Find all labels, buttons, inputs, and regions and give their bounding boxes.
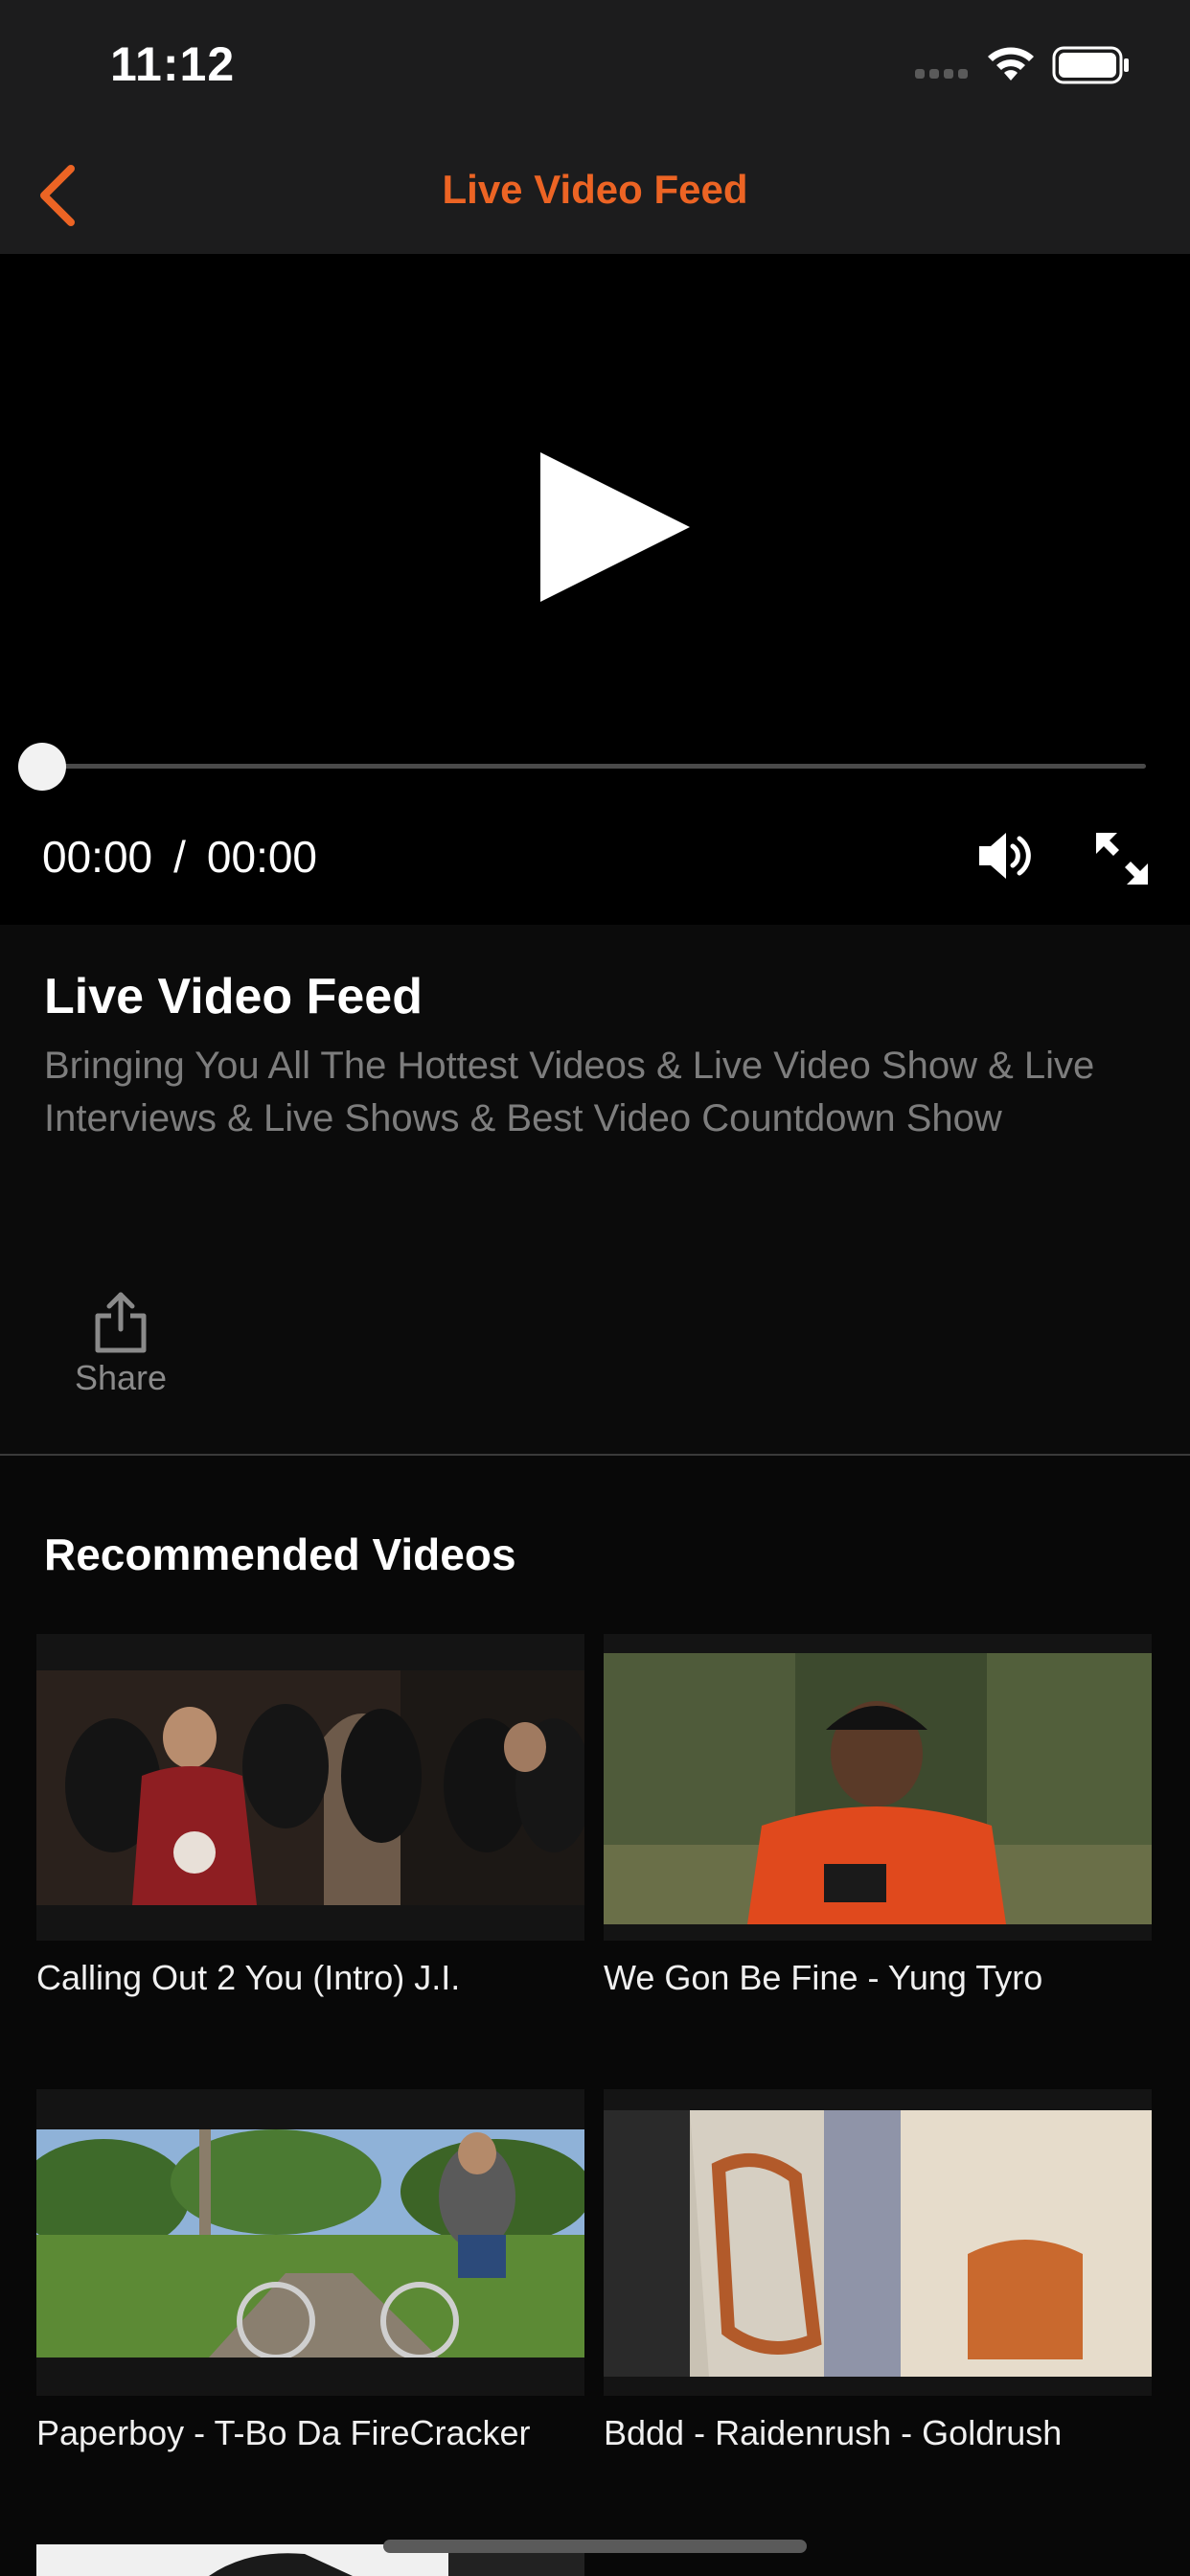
section-divider: [0, 1454, 1190, 1456]
recommended-heading: Recommended Videos: [44, 1530, 516, 1579]
video-info: Live Video Feed Bringing You All The Hot…: [0, 925, 1190, 1455]
signal-dots-icon: [915, 69, 968, 79]
nav-title: Live Video Feed: [442, 167, 748, 212]
thumbnail-image: [604, 2110, 1152, 2377]
time-separator: /: [173, 832, 186, 882]
status-bar: 11:12: [0, 0, 1190, 134]
wifi-icon: [988, 47, 1034, 80]
video-title: Live Video Feed: [44, 969, 423, 1024]
video-thumbnail[interactable]: [36, 1634, 584, 1941]
video-card[interactable]: Bddd - Raidenrush - Goldrush: [604, 2089, 1152, 2453]
play-icon[interactable]: [537, 450, 690, 604]
video-player[interactable]: 00:00 / 00:00: [0, 254, 1190, 925]
share-button[interactable]: Share: [73, 1287, 169, 1398]
video-description: Bringing You All The Hottest Videos & Li…: [44, 1045, 1095, 1139]
video-card[interactable]: We Gon Be Fine - Yung Tyro: [604, 1634, 1152, 1998]
share-icon: [95, 1292, 147, 1353]
volume-icon[interactable]: [977, 829, 1037, 883]
progress-knob[interactable]: [18, 743, 66, 791]
home-indicator[interactable]: [383, 2540, 807, 2553]
thumbnail-image: [36, 1670, 584, 1905]
progress-track[interactable]: [42, 764, 1146, 769]
video-card-title: Paperboy - T-Bo Da FireCracker: [36, 2413, 531, 2452]
status-time: 11:12: [110, 37, 236, 91]
fullscreen-icon[interactable]: [1092, 829, 1152, 888]
time-display: 00:00 / 00:00: [42, 831, 317, 883]
video-card[interactable]: Paperboy - T-Bo Da FireCracker: [36, 2089, 584, 2453]
video-card-title: Calling Out 2 You (Intro) J.I.: [36, 1958, 461, 1997]
share-label: Share: [74, 1358, 168, 1397]
video-thumbnail[interactable]: [604, 2089, 1152, 2396]
current-time: 00:00: [42, 832, 153, 882]
video-card-title: Bddd - Raidenrush - Goldrush: [604, 2413, 1063, 2452]
thumbnail-image: [36, 2129, 584, 2358]
battery-icon: [1052, 46, 1129, 84]
nav-bar: Live Video Feed: [0, 134, 1190, 254]
video-card-title: We Gon Be Fine - Yung Tyro: [604, 1958, 1043, 1997]
video-thumbnail[interactable]: [604, 1634, 1152, 1941]
thumbnail-image: [604, 1653, 1152, 1924]
video-thumbnail[interactable]: [36, 2089, 584, 2396]
duration: 00:00: [206, 832, 318, 882]
video-card[interactable]: Calling Out 2 You (Intro) J.I.: [36, 1634, 584, 1998]
